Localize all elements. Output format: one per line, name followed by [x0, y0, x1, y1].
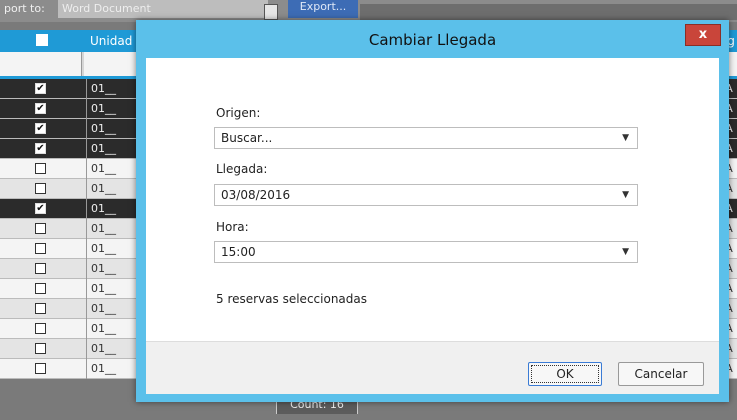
row-checkbox[interactable]: ✔ [35, 103, 46, 114]
dialog-title: Cambiar Llegada [368, 31, 497, 49]
dialog-footer: OK Cancelar [146, 341, 719, 394]
export-format-select[interactable]: Word Document [58, 0, 268, 18]
row-checkbox[interactable] [35, 163, 46, 174]
unidad-cell: 01__ [86, 119, 116, 139]
selection-count-text: 5 reservas seleccionadas [216, 292, 367, 306]
unidad-cell: 01__ [86, 359, 116, 379]
unidad-cell: 01__ [86, 299, 116, 319]
llegada-combo[interactable]: 03/08/2016 ▼ [214, 184, 638, 206]
row-checkbox[interactable] [35, 243, 46, 254]
unidad-cell: 01__ [86, 79, 116, 99]
row-checkbox[interactable] [35, 303, 46, 314]
llegada-value: 03/08/2016 [221, 188, 291, 202]
row-checkbox[interactable] [35, 363, 46, 374]
filter-cell-unidad[interactable] [84, 52, 144, 76]
row-checkbox[interactable]: ✔ [35, 143, 46, 154]
row-checkbox[interactable]: ✔ [35, 123, 46, 134]
column-header-unidad[interactable]: Unidad [86, 30, 132, 52]
export-to-label: port to: [4, 2, 45, 15]
row-checkbox[interactable] [35, 283, 46, 294]
row-checkbox[interactable] [35, 263, 46, 274]
chevron-down-icon: ▼ [622, 247, 629, 257]
origen-label: Origen: [216, 106, 261, 120]
origen-combo[interactable]: Buscar... ▼ [214, 127, 638, 149]
unidad-cell: 01__ [86, 259, 116, 279]
export-button[interactable]: Export... [288, 0, 358, 18]
chevron-down-icon: ▼ [622, 190, 629, 200]
hora-combo[interactable]: 15:00 ▼ [214, 241, 638, 263]
row-checkbox[interactable] [35, 183, 46, 194]
llegada-label: Llegada: [216, 162, 268, 176]
unidad-cell: 01__ [86, 199, 116, 219]
row-checkbox[interactable] [35, 223, 46, 234]
row-checkbox[interactable] [35, 323, 46, 334]
unidad-cell: 01__ [86, 319, 116, 339]
unidad-cell: 01__ [86, 179, 116, 199]
filter-cell-select[interactable] [0, 52, 82, 76]
select-all-checkbox[interactable] [36, 34, 48, 46]
unidad-cell: 01__ [86, 219, 116, 239]
toolbar-spacer [360, 4, 737, 20]
dialog-body: Origen: Buscar... ▼ Llegada: 03/08/2016 … [146, 58, 719, 394]
cancel-button[interactable]: Cancelar [618, 362, 704, 386]
row-checkbox[interactable] [35, 343, 46, 354]
hora-label: Hora: [216, 220, 249, 234]
unidad-cell: 01__ [86, 99, 116, 119]
origen-value: Buscar... [221, 131, 273, 145]
unidad-cell: 01__ [86, 339, 116, 359]
close-button[interactable]: x [685, 24, 721, 46]
unidad-cell: 01__ [86, 159, 116, 179]
export-toolbar: port to: Word Document Export... [0, 0, 737, 22]
chevron-down-icon: ▼ [622, 133, 629, 143]
row-checkbox[interactable]: ✔ [35, 83, 46, 94]
ok-button[interactable]: OK [528, 362, 602, 386]
unidad-cell: 01__ [86, 239, 116, 259]
unidad-cell: 01__ [86, 279, 116, 299]
cambiar-llegada-dialog: Cambiar Llegada x Origen: Buscar... ▼ Ll… [136, 20, 729, 402]
export-format-dropdown[interactable] [264, 4, 278, 20]
hora-value: 15:00 [221, 245, 256, 259]
unidad-cell: 01__ [86, 139, 116, 159]
row-checkbox[interactable]: ✔ [35, 203, 46, 214]
